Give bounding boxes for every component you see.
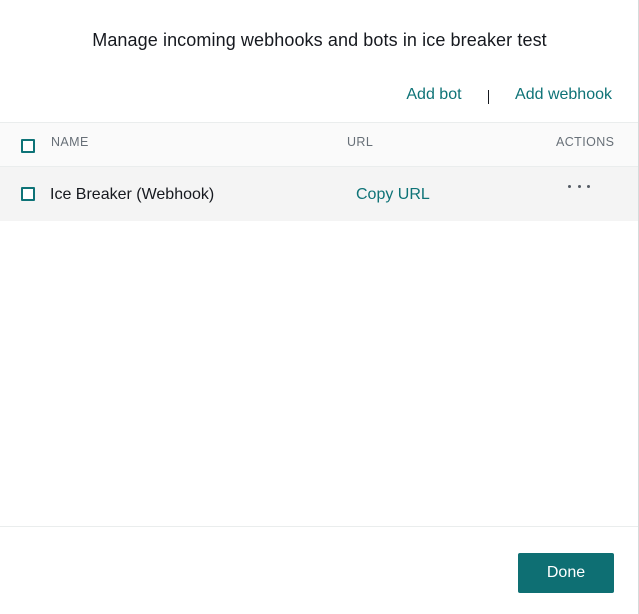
row-name: Ice Breaker (Webhook) bbox=[50, 186, 215, 203]
column-header-actions: ACTIONS bbox=[556, 135, 615, 149]
done-button[interactable]: Done bbox=[518, 553, 614, 593]
select-all-checkbox[interactable] bbox=[21, 139, 35, 153]
dot bbox=[587, 184, 590, 188]
dialog-title: Manage incoming webhooks and bots in ice… bbox=[92, 30, 547, 50]
header-actions: Add bot Add webhook bbox=[406, 86, 612, 104]
table-row: Ice Breaker (Webhook) Copy URL bbox=[0, 167, 638, 221]
manage-webhooks-dialog: Manage incoming webhooks and bots in ice… bbox=[0, 0, 639, 614]
add-webhook-link[interactable]: Add webhook bbox=[515, 86, 612, 104]
column-header-name: NAME bbox=[51, 135, 89, 149]
dot bbox=[568, 184, 571, 188]
add-bot-link[interactable]: Add bot bbox=[406, 86, 461, 104]
row-checkbox[interactable] bbox=[21, 187, 35, 201]
copy-url-link[interactable]: Copy URL bbox=[356, 186, 430, 204]
column-header-url: URL bbox=[347, 135, 374, 149]
dot bbox=[577, 184, 581, 188]
table-header: NAME URL ACTIONS bbox=[0, 122, 638, 167]
more-horizontal-icon[interactable] bbox=[568, 179, 590, 193]
dialog-footer: Done bbox=[0, 526, 638, 614]
actions-separator bbox=[487, 90, 490, 104]
